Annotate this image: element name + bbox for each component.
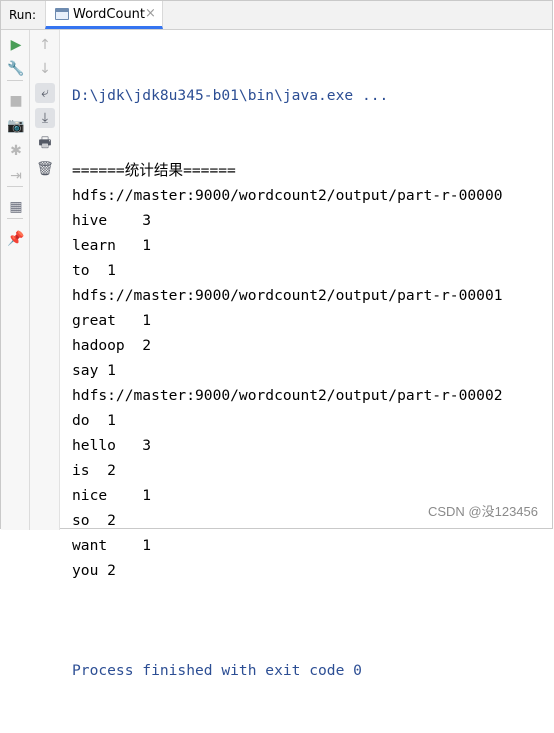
- rerun-icon[interactable]: ▶: [6, 35, 26, 55]
- tab-label: WordCount: [73, 7, 146, 22]
- console-line: hdfs://master:9000/wordcount2/output/par…: [72, 287, 503, 304]
- run-tab-bar: Run: WordCount ×: [1, 1, 552, 30]
- toolbar-separator: [7, 186, 23, 187]
- console-line: hive 3: [72, 212, 152, 229]
- scroll-to-end-icon[interactable]: ⤓: [35, 108, 55, 128]
- soft-wrap-icon[interactable]: ⤶: [35, 83, 55, 103]
- console-line: to 1: [72, 262, 116, 279]
- console-line: you 2: [72, 562, 116, 579]
- down-arrow-icon[interactable]: ↓: [35, 59, 55, 79]
- console-line: hdfs://master:9000/wordcount2/output/par…: [72, 387, 503, 404]
- console-line: ======统计结果======: [72, 162, 236, 179]
- print-icon[interactable]: 🖶: [35, 134, 55, 154]
- run-tool-window: Run: WordCount × ▶ 🔧 ■ 📷 ✱ ⇥ ▦ 📌 ↑ ↓ ⤶ ⤓ 🖶 🗑 D:\jdk\…: [0, 0, 553, 679]
- camera-icon[interactable]: 📷: [6, 116, 26, 136]
- console-line: say 1: [72, 362, 116, 379]
- console-line: learn 1: [72, 237, 152, 254]
- application-icon: [55, 8, 69, 20]
- console-line: great 1: [72, 312, 152, 329]
- toolbar-separator: [7, 80, 23, 81]
- debug-icon[interactable]: ✱: [6, 141, 26, 161]
- run-label: Run:: [9, 8, 37, 22]
- console-exit-message: Process finished with exit code 0: [72, 662, 362, 679]
- exit-icon[interactable]: ⇥: [6, 166, 26, 186]
- console-line: do 1: [72, 412, 116, 429]
- console-line: is 2: [72, 462, 116, 479]
- up-arrow-icon[interactable]: ↑: [35, 35, 55, 55]
- watermark: CSDN @没123456: [427, 504, 538, 519]
- console-actions-toolbar: ↑ ↓ ⤶ ⤓ 🖶 🗑: [30, 30, 60, 530]
- close-icon[interactable]: ×: [145, 6, 156, 21]
- trash-icon[interactable]: 🗑: [35, 159, 55, 179]
- layout-icon[interactable]: ▦: [6, 197, 26, 217]
- console-line: hadoop 2: [72, 337, 152, 354]
- console-line: want 1: [72, 537, 152, 554]
- console-command-line: D:\jdk\jdk8u345-b01\bin\java.exe ...: [72, 87, 389, 104]
- console-output[interactable]: D:\jdk\jdk8u345-b01\bin\java.exe ... ===…: [72, 33, 552, 733]
- run-actions-toolbar: ▶ 🔧 ■ 📷 ✱ ⇥ ▦ 📌: [1, 30, 30, 530]
- stop-icon[interactable]: ■: [6, 91, 26, 111]
- wrench-icon[interactable]: 🔧: [6, 59, 26, 79]
- console-line: hdfs://master:9000/wordcount2/output/par…: [72, 187, 503, 204]
- console-line: hello 3: [72, 437, 152, 454]
- toolbar-separator: [7, 218, 23, 219]
- tab-wordcount[interactable]: WordCount ×: [45, 1, 163, 29]
- pin-icon[interactable]: 📌: [6, 229, 26, 249]
